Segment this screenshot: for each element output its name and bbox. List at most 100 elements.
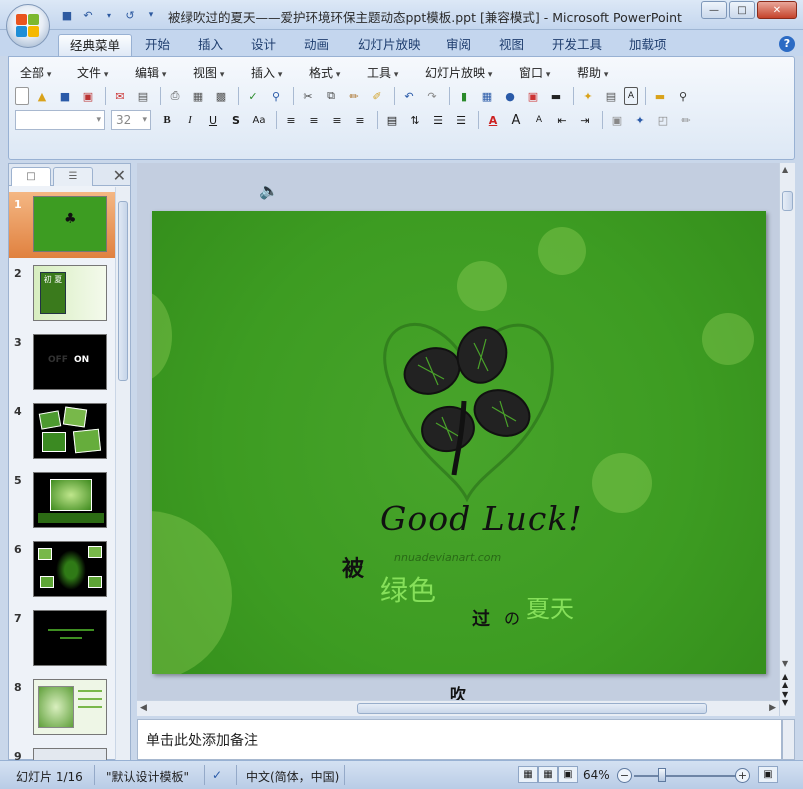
save-icon[interactable]: ■ (58, 7, 76, 23)
numbering-icon[interactable]: ☰ (428, 111, 448, 129)
slide-thumbnail[interactable]: 8 (9, 675, 115, 741)
tab-view[interactable]: 视图 (488, 34, 535, 56)
new-slide-icon[interactable]: ✦ (578, 87, 598, 105)
shrink-font-icon[interactable]: A (529, 111, 549, 129)
menu-file[interactable]: 文件 (77, 64, 108, 81)
next-slide-icon[interactable]: ▼ ▼ (782, 691, 788, 707)
paste-icon[interactable]: ✏ (344, 87, 364, 105)
table-icon[interactable]: ▦ (477, 87, 497, 105)
tab-outline[interactable]: ☰ (53, 167, 93, 186)
redo-icon[interactable]: ↺ (121, 7, 139, 23)
tab-developer[interactable]: 开发工具 (541, 34, 613, 56)
print-icon[interactable]: ⎙ (165, 87, 185, 105)
permission-icon[interactable]: ▣ (78, 87, 98, 105)
menu-insert[interactable]: 插入 (251, 64, 282, 81)
undo-icon[interactable]: ↶ (399, 87, 419, 105)
spelling-check-icon[interactable]: ✓ (212, 768, 222, 782)
menu-tools[interactable]: 工具 (367, 64, 398, 81)
copy-icon[interactable]: ⧉ (321, 87, 341, 105)
horizontal-scroll-thumb[interactable] (357, 703, 707, 714)
scroll-thumb[interactable] (118, 201, 128, 381)
close-button[interactable]: ✕ (757, 1, 797, 19)
minimize-button[interactable]: — (701, 1, 727, 19)
vertical-scroll-thumb[interactable] (782, 191, 793, 211)
office-button[interactable] (6, 4, 50, 48)
current-slide[interactable]: Good Luck! nnuadevianart.com 被 绿色 过 の 夏天 (152, 211, 766, 674)
font-size-combo[interactable]: 32 (111, 110, 151, 130)
increase-indent-icon[interactable]: ⇥ (575, 111, 595, 129)
new-icon[interactable] (15, 87, 29, 105)
slide-sorter-button[interactable]: ▦ (538, 766, 558, 783)
slide-thumbnail[interactable]: 5 (9, 468, 115, 534)
help-icon[interactable]: ? (779, 36, 795, 52)
clipart-icon[interactable]: ● (500, 87, 520, 105)
tab-slideshow[interactable]: 幻灯片放映 (347, 34, 432, 56)
menu-view[interactable]: 视图 (193, 64, 224, 81)
tab-insert[interactable]: 插入 (187, 34, 234, 56)
theme-name[interactable]: "默认设计模板" (106, 768, 189, 785)
open-icon[interactable]: ▲ (32, 87, 52, 105)
tab-slides[interactable]: □ (11, 167, 51, 186)
vertical-scrollbar[interactable]: ▲ ▼ ▲ ▲ ▼ ▼ (779, 163, 795, 716)
slide-thumbnail[interactable]: 7 (9, 606, 115, 672)
zoom-slider-track[interactable] (634, 775, 736, 777)
bold-icon[interactable]: B (157, 111, 177, 129)
format-painter-icon[interactable]: ✐ (367, 87, 387, 105)
normal-view-button[interactable]: ▦ (518, 766, 538, 783)
cut-icon[interactable]: ✂ (298, 87, 318, 105)
color-scheme-icon[interactable]: ▬ (546, 87, 566, 105)
scroll-up-icon[interactable]: ▲ (782, 165, 788, 174)
thumbnails-scrollbar[interactable] (115, 187, 130, 761)
undo-icon[interactable]: ↶ (79, 7, 97, 23)
underline-icon[interactable]: U (203, 111, 223, 129)
chart-icon[interactable]: ▮ (454, 87, 474, 105)
change-case-icon[interactable]: Aa (249, 111, 269, 129)
tab-classic-menu[interactable]: 经典菜单 (58, 34, 133, 56)
slide-thumbnail[interactable]: 2 初 夏 (9, 261, 115, 327)
menu-format[interactable]: 格式 (309, 64, 340, 81)
folder-icon[interactable]: ▬ (650, 87, 670, 105)
tab-home[interactable]: 开始 (134, 34, 181, 56)
tab-addins[interactable]: 加载项 (618, 34, 678, 56)
scroll-left-icon[interactable]: ◀ (140, 703, 147, 713)
print-preview-icon[interactable]: ▦ (188, 87, 208, 105)
tab-review[interactable]: 审阅 (435, 34, 482, 56)
shadow-icon[interactable]: S (226, 111, 246, 129)
menu-slideshow[interactable]: 幻灯片放映 (425, 64, 492, 81)
language-indicator[interactable]: 中文(简体，中国) (246, 768, 339, 785)
dropdown-icon[interactable]: ▾ (100, 7, 118, 23)
zoom-out-button[interactable]: − (617, 768, 632, 783)
font-color-icon[interactable]: A (483, 111, 503, 129)
pdf-icon[interactable]: ▤ (133, 87, 153, 105)
close-panel-icon[interactable]: ✕ (113, 166, 126, 185)
redo-icon[interactable]: ↷ (422, 87, 442, 105)
align-right-icon[interactable]: ≡ (327, 111, 347, 129)
email-icon[interactable]: ✉ (110, 87, 130, 105)
zoom-in-button[interactable]: + (735, 768, 750, 783)
text-direction-icon[interactable]: ⇅ (405, 111, 425, 129)
tab-animation[interactable]: 动画 (293, 34, 340, 56)
maximize-button[interactable]: □ (729, 1, 755, 19)
slide-thumbnail[interactable]: 9 (9, 744, 115, 761)
menu-edit[interactable]: 编辑 (135, 64, 166, 81)
save-icon[interactable]: ■ (55, 87, 75, 105)
slide-thumbnail[interactable]: 1 ♣ (9, 192, 115, 258)
menu-all[interactable]: 全部 (20, 64, 51, 81)
slide-thumbnail[interactable]: 6 (9, 537, 115, 603)
columns-icon[interactable]: ▤ (382, 111, 402, 129)
slide-layout-icon[interactable]: ▤ (601, 87, 621, 105)
layout-icon[interactable]: ▩ (211, 87, 231, 105)
customize-qa-icon[interactable]: ▾ (142, 7, 160, 23)
menu-help[interactable]: 帮助 (577, 64, 608, 81)
zoom-icon[interactable]: ⚲ (673, 87, 693, 105)
decrease-indent-icon[interactable]: ⇤ (552, 111, 572, 129)
justify-icon[interactable]: ≡ (350, 111, 370, 129)
prev-slide-icon[interactable]: ▲ ▲ (782, 673, 788, 689)
scroll-right-icon[interactable]: ▶ (769, 703, 776, 713)
grow-font-icon[interactable]: A (506, 111, 526, 129)
slide-thumbnail[interactable]: 3 OFF ON (9, 330, 115, 396)
research-icon[interactable]: ⚲ (266, 87, 286, 105)
bullets-icon[interactable]: ☰ (451, 111, 471, 129)
zoom-level[interactable]: 64% (583, 768, 610, 782)
italic-icon[interactable]: I (180, 111, 200, 129)
